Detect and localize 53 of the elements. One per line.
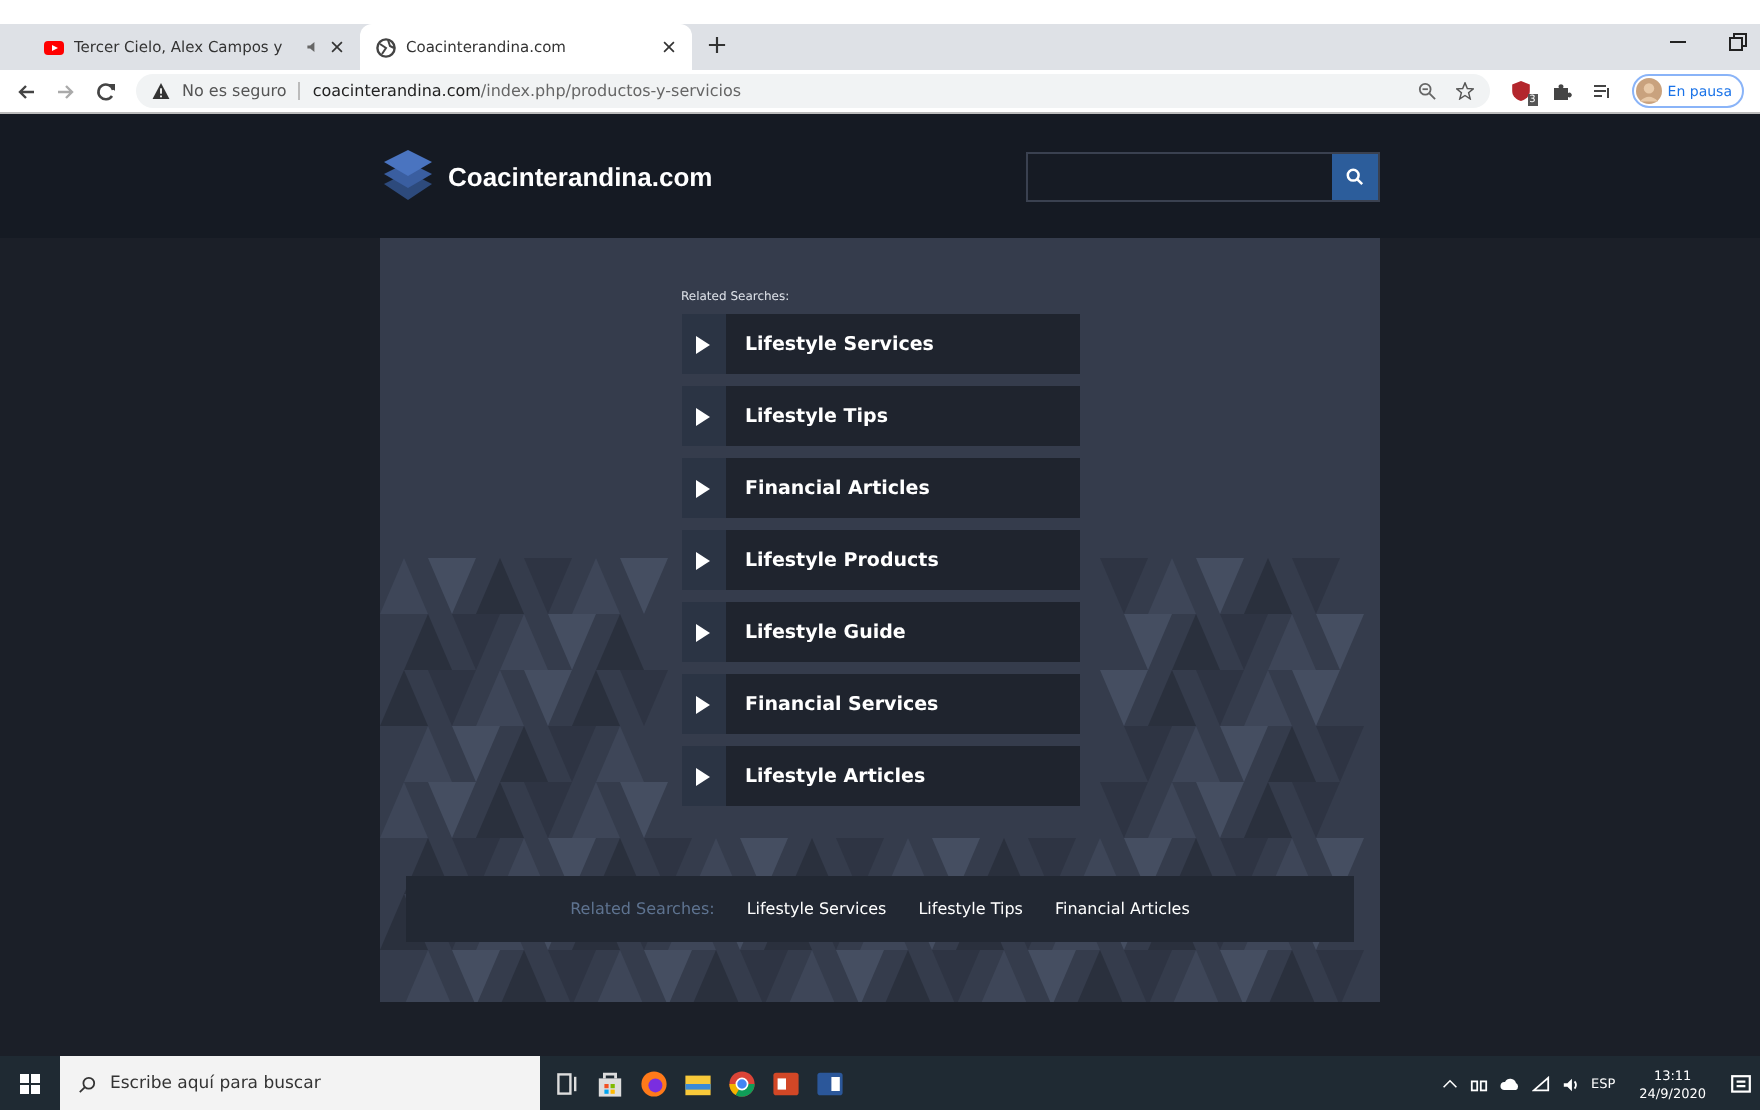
- footer-link[interactable]: Lifestyle Services: [746, 900, 887, 918]
- notification-icon[interactable]: [1730, 1073, 1752, 1095]
- address-bar[interactable]: No es seguro coacinterandina.com/index.php/productos-y-servicios: [136, 74, 1490, 108]
- warning-icon: [152, 82, 170, 100]
- search-icon: [78, 1075, 96, 1093]
- chevron-up-icon[interactable]: [1441, 1076, 1457, 1092]
- related-search-link[interactable]: Financial Services: [681, 674, 1079, 734]
- store-bag-icon[interactable]: [596, 1070, 624, 1098]
- close-tab-icon[interactable]: [330, 40, 344, 54]
- taskbar-search-field[interactable]: Escribe aquí para buscar: [60, 1056, 540, 1110]
- layers-logo-icon: [380, 148, 436, 204]
- play-arrow-icon: [696, 335, 710, 353]
- search-button[interactable]: [1332, 153, 1378, 199]
- security-label: No es seguro: [182, 82, 287, 100]
- related-search-link[interactable]: Financial Articles: [681, 458, 1079, 518]
- puzzle-icon[interactable]: [1551, 81, 1572, 101]
- search-field[interactable]: [1026, 151, 1380, 201]
- zoom-icon[interactable]: [1417, 82, 1436, 100]
- document-app-icon[interactable]: [816, 1070, 844, 1098]
- site-logo-text[interactable]: Coacinterandina.com: [448, 161, 713, 191]
- play-arrow-icon: [696, 407, 710, 425]
- playlist-icon[interactable]: [1591, 81, 1612, 101]
- related-search-link[interactable]: Lifestyle Tips: [681, 386, 1079, 446]
- url-text: coacinterandina.com/index.php/productos-y-servicios: [312, 82, 742, 100]
- volume-icon[interactable]: [1561, 1075, 1579, 1093]
- play-arrow-icon: [696, 623, 710, 641]
- play-arrow-icon: [696, 695, 710, 713]
- globe-icon: [376, 37, 396, 57]
- chrome-icon[interactable]: [728, 1070, 756, 1098]
- footer-label: Related Searches:: [570, 900, 715, 918]
- footer-link[interactable]: Lifestyle Tips: [918, 900, 1023, 918]
- video-icon: [44, 37, 64, 57]
- reload-icon[interactable]: [96, 81, 116, 101]
- related-search-link[interactable]: Lifestyle Services: [681, 314, 1079, 374]
- search-icon: [1346, 167, 1364, 185]
- avatar-icon: [1635, 78, 1662, 104]
- task-view-icon[interactable]: [556, 1072, 580, 1096]
- back-icon[interactable]: [16, 81, 36, 101]
- star-icon[interactable]: [1455, 82, 1474, 100]
- windows-start-icon[interactable]: [20, 1074, 40, 1094]
- play-arrow-icon: [696, 767, 710, 785]
- close-tab-icon[interactable]: [662, 40, 676, 54]
- new-tab-icon[interactable]: [708, 36, 726, 54]
- speaker-icon[interactable]: [306, 40, 320, 54]
- play-arrow-icon: [696, 479, 710, 497]
- cloud-icon[interactable]: [1499, 1074, 1519, 1094]
- related-search-link[interactable]: Lifestyle Guide: [681, 602, 1079, 662]
- related-search-link[interactable]: Lifestyle Products: [681, 530, 1079, 590]
- restore-icon[interactable]: [1728, 32, 1748, 52]
- slides-app-icon[interactable]: [772, 1070, 800, 1098]
- play-arrow-icon: [696, 551, 710, 569]
- footer-link[interactable]: Financial Articles: [1054, 900, 1190, 918]
- related-search-link[interactable]: Lifestyle Articles: [681, 746, 1079, 806]
